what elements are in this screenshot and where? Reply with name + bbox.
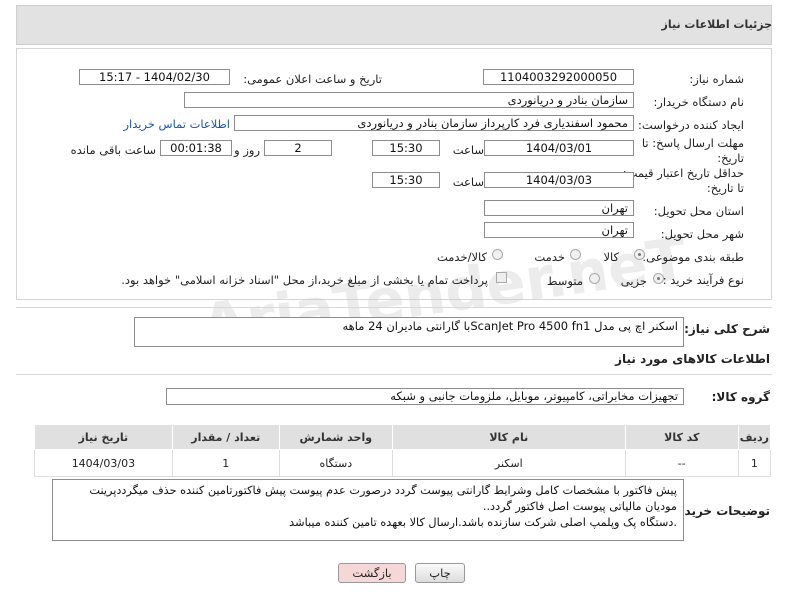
col-unit: واحد شمارش xyxy=(278,424,393,450)
category-label: طبقه بندی موضوعی: xyxy=(642,250,744,264)
cell-row: 1 xyxy=(737,449,772,477)
goods-info-heading: اطلاعات کالاهای مورد نیاز xyxy=(615,352,770,366)
process-minor-label: جزیی xyxy=(620,274,647,288)
general-desc-field[interactable]: اسکنر اچ پی مدل ScanJet Pro 4500 fn1با گ… xyxy=(134,317,684,347)
col-row: ردیف xyxy=(737,424,772,450)
category-radio-goods[interactable] xyxy=(634,249,645,260)
reply-deadline-label: مهلت ارسال پاسخ: تا تاریخ: xyxy=(641,136,744,165)
remaining-time-field[interactable]: 00:01:38 xyxy=(160,140,232,156)
buyer-org-label: نام دستگاه خریدار: xyxy=(653,95,744,109)
contact-buyer-link[interactable]: اطلاعات تماس خریدار xyxy=(123,117,230,131)
payment-note: پرداخت تمام یا بخشی از مبلغ خرید،از محل … xyxy=(121,273,488,287)
goods-group-field[interactable]: تجهیزات مخابراتی، کامپیوتر، موبایل، ملزو… xyxy=(166,388,684,405)
buyer-notes-line: .دستگاه پک وپلمپ اصلی شرکت سازنده باشد.ا… xyxy=(289,516,677,529)
general-desc-label: شرح کلی نیاز: xyxy=(684,322,770,336)
announce-datetime-label: تاریخ و ساعت اعلان عمومی: xyxy=(243,72,382,86)
buyer-notes-line: پیش فاکتور با مشخصات کامل وشرایط گارانتی… xyxy=(89,484,677,497)
cell-name: اسکنر xyxy=(391,449,626,477)
delivery-province-label: استان محل تحویل: xyxy=(653,204,744,218)
need-number-field[interactable]: 1104003292000050 xyxy=(483,69,634,85)
requester-field[interactable]: محمود اسفندیاری فرد کارپرداز سازمان بناد… xyxy=(234,115,634,131)
cell-qty: 1 xyxy=(171,449,280,477)
reply-date-field[interactable]: 1404/03/01 xyxy=(484,140,634,156)
reply-time-field[interactable]: 15:30 xyxy=(372,140,440,156)
category-radio-service[interactable] xyxy=(570,249,581,260)
need-number-label: شماره نیاز: xyxy=(689,72,744,86)
table-row[interactable]: 1 -- اسکنر دستگاه 1 1404/03/03 xyxy=(34,449,772,477)
remaining-label: ساعت باقی مانده xyxy=(70,143,156,157)
divider xyxy=(16,307,772,308)
category-service-label: خدمت xyxy=(534,250,565,264)
col-name: نام کالا xyxy=(391,424,626,450)
table-header-row: ردیف کد کالا نام کالا واحد شمارش تعداد /… xyxy=(34,424,772,450)
process-medium-label: متوسط xyxy=(546,274,583,288)
delivery-city-label: شهر محل تحویل: xyxy=(660,227,744,241)
announce-datetime-field[interactable]: 1404/02/30 - 15:17 xyxy=(79,69,230,85)
validity-date-field[interactable]: 1404/03/03 xyxy=(484,172,634,188)
delivery-city-field[interactable]: تهران xyxy=(484,222,634,238)
process-type-label: نوع فرآیند خرید : xyxy=(662,273,744,287)
category-radio-goods-service[interactable] xyxy=(492,249,503,260)
goods-group-label: گروه کالا: xyxy=(711,390,770,404)
back-button[interactable]: بازگشت xyxy=(338,563,406,583)
cell-unit: دستگاه xyxy=(278,449,393,477)
validity-time-field[interactable]: 15:30 xyxy=(372,172,440,188)
print-button[interactable]: چاپ xyxy=(415,563,465,583)
buyer-notes-field[interactable]: پیش فاکتور با مشخصات کامل وشرایط گارانتی… xyxy=(52,479,684,541)
requester-label: ایجاد کننده درخواست: xyxy=(638,118,744,132)
divider xyxy=(16,374,772,375)
items-table: ردیف کد کالا نام کالا واحد شمارش تعداد /… xyxy=(34,424,772,477)
delivery-province-field[interactable]: تهران xyxy=(484,200,634,216)
cell-date: 1404/03/03 xyxy=(34,449,173,477)
process-radio-minor[interactable] xyxy=(653,273,664,284)
col-code: کد کالا xyxy=(624,424,739,450)
category-goods-service-label: کالا/خدمت xyxy=(436,250,487,264)
treasury-checkbox[interactable] xyxy=(496,272,507,283)
buyer-notes-line: مودیان مالیاتی پیوست اصل فاکتور گردد.. xyxy=(482,500,677,513)
col-date: تاریخ نیاز xyxy=(34,424,173,450)
reply-time-label: ساعت xyxy=(452,143,484,157)
cell-code: -- xyxy=(624,449,739,477)
buyer-org-field[interactable]: سازمان بنادر و دریانوردی xyxy=(184,92,634,108)
day-and-label: روز و xyxy=(234,143,260,157)
reply-days-field[interactable]: 2 xyxy=(264,140,332,156)
page-title: جزئیات اطلاعات نیاز xyxy=(661,18,773,31)
col-qty: تعداد / مقدار xyxy=(171,424,280,450)
process-radio-medium[interactable] xyxy=(589,273,600,284)
category-goods-label: کالا xyxy=(603,250,619,264)
validity-time-label: ساعت xyxy=(452,175,484,189)
header-panel xyxy=(16,5,772,45)
